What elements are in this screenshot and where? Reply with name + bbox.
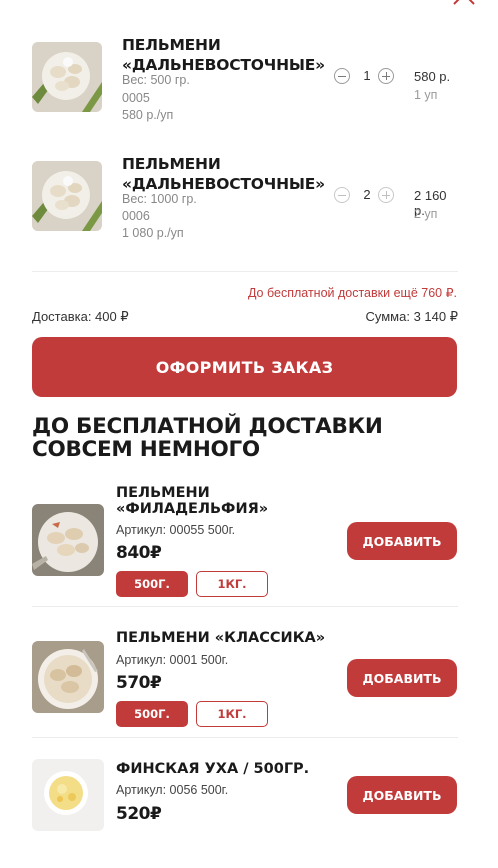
cart-item-title: ПЕЛЬМЕНИ «ДАЛЬНЕВОСТОЧНЫЕ» bbox=[122, 36, 325, 74]
add-button[interactable]: ДОБАВИТЬ bbox=[347, 522, 457, 560]
product-price: 840₽ bbox=[116, 543, 162, 563]
cart-item-total: 580 р. bbox=[414, 69, 451, 84]
product-title: ФИНСКАЯ УХА / 500ГР. bbox=[116, 761, 310, 777]
cart-item-weight: Вес: 500 гр. bbox=[122, 73, 190, 87]
cart-item-units: 1 уп bbox=[414, 88, 438, 102]
cart-item-code: 0005 bbox=[122, 91, 150, 105]
section-title: ДО БЕСПЛАТНОЙ ДОСТАВКИ СОВСЕМ НЕМНОГО bbox=[32, 414, 383, 462]
minus-button[interactable] bbox=[334, 68, 350, 84]
close-icon[interactable] bbox=[452, 0, 476, 6]
dumplings-bowl-image bbox=[32, 641, 104, 713]
dumplings-plate-image bbox=[32, 504, 104, 576]
minus-button[interactable] bbox=[334, 187, 350, 203]
quantity-value: 2 bbox=[363, 187, 371, 202]
delivery-cost: Доставка: 400 ₽ bbox=[32, 309, 129, 324]
weight-option-500g[interactable]: 500Г. bbox=[116, 701, 188, 727]
product-title: ПЕЛЬМЕНИ «ФИЛАДЕЛЬФИЯ» bbox=[116, 485, 269, 517]
weight-option-1kg[interactable]: 1КГ. bbox=[196, 571, 268, 597]
dumplings-plate-image bbox=[32, 42, 102, 112]
product-card: ФИНСКАЯ УХА / 500ГР. Артикул: 0056 500г.… bbox=[32, 759, 458, 849]
divider bbox=[32, 737, 458, 738]
weight-option-500g[interactable]: 500Г. bbox=[116, 571, 188, 597]
product-title: ПЕЛЬМЕНИ «КЛАССИКА» bbox=[116, 630, 326, 646]
divider bbox=[32, 606, 458, 607]
quantity-value: 1 bbox=[363, 68, 371, 83]
plus-button[interactable] bbox=[378, 68, 394, 84]
product-article: Артикул: 0001 500г. bbox=[116, 653, 229, 667]
product-article: Артикул: 0056 500г. bbox=[116, 783, 229, 797]
cart-item-unit-price: 1 080 р./уп bbox=[122, 226, 184, 240]
product-price: 520₽ bbox=[116, 804, 162, 824]
plus-button[interactable] bbox=[378, 187, 394, 203]
checkout-button[interactable]: ОФОРМИТЬ ЗАКАЗ bbox=[32, 337, 457, 397]
add-button[interactable]: ДОБАВИТЬ bbox=[347, 776, 457, 814]
quantity-stepper: 1 bbox=[334, 68, 394, 86]
cart-item-weight: Вес: 1000 гр. bbox=[122, 192, 197, 206]
product-price: 570₽ bbox=[116, 673, 162, 693]
product-article: Артикул: 00055 500г. bbox=[116, 523, 236, 537]
free-delivery-note: До бесплатной доставки ещё 760 ₽. bbox=[247, 286, 457, 300]
cart-item-code: 0006 bbox=[122, 209, 150, 223]
soup-bowl-image bbox=[32, 759, 104, 831]
product-card: ПЕЛЬМЕНИ «ФИЛАДЕЛЬФИЯ» Артикул: 00055 50… bbox=[32, 485, 458, 605]
add-button[interactable]: ДОБАВИТЬ bbox=[347, 659, 457, 697]
cart-item-title: ПЕЛЬМЕНИ «ДАЛЬНЕВОСТОЧНЫЕ» bbox=[122, 155, 325, 193]
weight-option-1kg[interactable]: 1КГ. bbox=[196, 701, 268, 727]
divider bbox=[32, 271, 458, 272]
cart-item-units: 2 уп bbox=[414, 207, 438, 221]
quantity-stepper: 2 bbox=[334, 187, 394, 205]
dumplings-plate-image bbox=[32, 161, 102, 231]
cart-item: ПЕЛЬМЕНИ «ДАЛЬНЕВОСТОЧНЫЕ» Вес: 1000 гр.… bbox=[32, 155, 458, 261]
product-card: ПЕЛЬМЕНИ «КЛАССИКА» Артикул: 0001 500г. … bbox=[32, 629, 458, 729]
order-sum: Сумма: 3 140 ₽ bbox=[365, 309, 459, 324]
cart-item-unit-price: 580 р./уп bbox=[122, 108, 174, 122]
cart-item: ПЕЛЬМЕНИ «ДАЛЬНЕВОСТОЧНЫЕ» Вес: 500 гр. … bbox=[32, 36, 458, 142]
